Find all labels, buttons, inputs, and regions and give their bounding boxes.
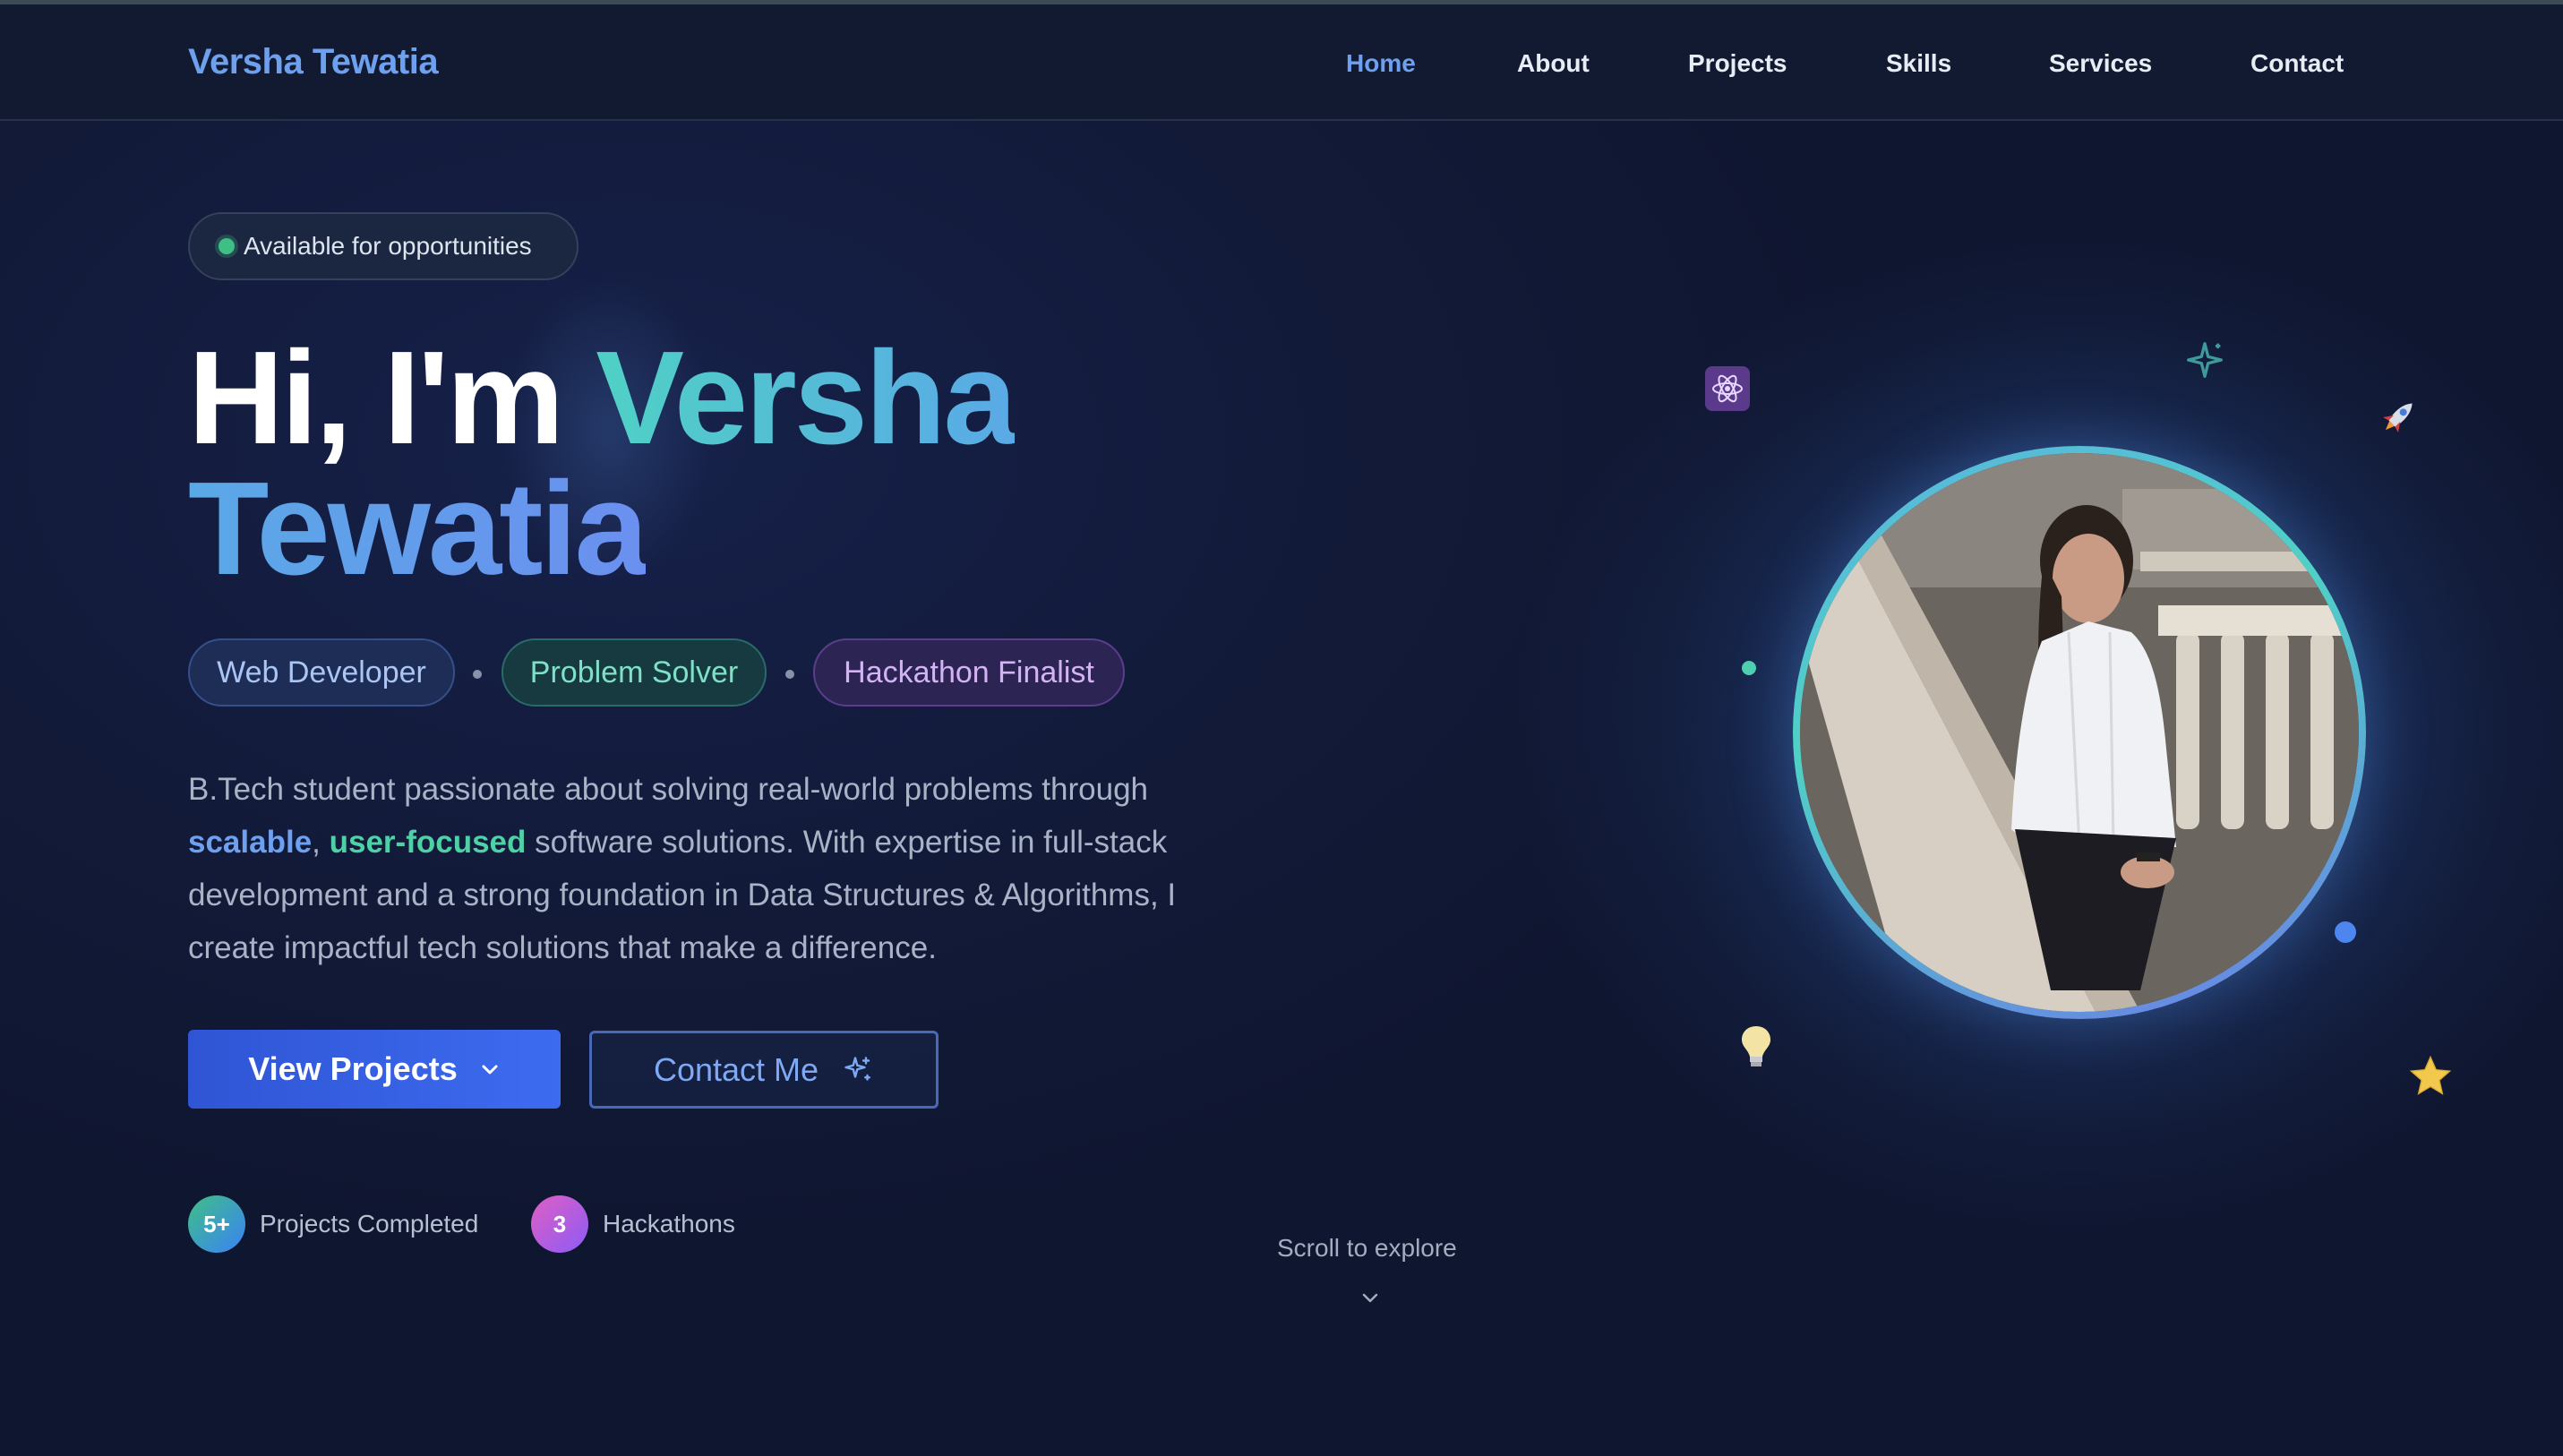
rocket-icon [2383,403,2413,433]
contact-me-button[interactable]: Contact Me [589,1031,939,1109]
role-pill-web-developer: Web Developer [188,638,455,707]
contact-me-label: Contact Me [653,1050,819,1088]
navbar: Versha Tewatia Home About Projects Skill… [0,4,2563,121]
stat-hackathons-value: 3 [531,1195,588,1253]
hero-name-first: Versha [596,324,1016,472]
atom-icon [1705,366,1750,411]
description-text-1: B.Tech student passionate about solving … [188,772,1149,807]
role-separator [785,670,794,679]
hero-name-last: Tewatia [188,455,648,603]
nav-link-home[interactable]: Home [1346,49,1416,78]
availability-text: Available for opportunities [244,232,532,260]
lightbulb-icon [1742,1026,1770,1066]
hero-description: B.Tech student passionate about solving … [188,763,1263,974]
nav-link-services[interactable]: Services [2049,49,2152,78]
decorative-dot [2335,921,2356,943]
role-pill-problem-solver: Problem Solver [501,638,767,707]
star-icon [2409,1055,2452,1095]
decorative-dot [1742,661,1756,675]
stat-projects-label: Projects Completed [260,1210,479,1238]
brand-logo[interactable]: Versha Tewatia [188,42,439,82]
scroll-hint[interactable]: Scroll to explore [1277,1234,1457,1263]
profile-photo-illustration [1800,453,2359,1012]
availability-badge: Available for opportunities [188,212,579,280]
nav-link-about[interactable]: About [1517,49,1590,78]
nav-link-contact[interactable]: Contact [2250,49,2344,78]
view-projects-button[interactable]: View Projects [188,1030,561,1109]
portfolio-page: Versha Tewatia Home About Projects Skill… [0,0,2563,1456]
status-dot-icon [219,238,235,254]
highlight-scalable: scalable [188,825,313,860]
stat-hackathons-label: Hackathons [603,1210,735,1238]
sparkle-icon [2187,342,2223,378]
hero-greeting: Hi, I'm [188,324,564,472]
stat-projects-value: 5+ [188,1195,245,1253]
stat-projects: 5+ Projects Completed [188,1195,478,1253]
chevron-down-icon [482,1065,498,1075]
sparkles-icon [844,1056,870,1081]
nav-link-skills[interactable]: Skills [1886,49,1951,78]
role-pill-hackathon-finalist: Hackathon Finalist [813,638,1125,707]
chevron-down-icon[interactable] [1359,1288,1381,1309]
view-projects-label: View Projects [248,1050,458,1087]
nav-link-projects[interactable]: Projects [1688,49,1787,78]
role-separator [473,670,482,679]
hero-title: Hi, I'm Versha Tewatia [188,332,1017,595]
description-comma: , [312,825,321,860]
highlight-user-focused: user-focused [329,825,527,860]
stat-hackathons: 3 Hackathons [531,1195,735,1253]
profile-photo [1800,453,2359,1012]
